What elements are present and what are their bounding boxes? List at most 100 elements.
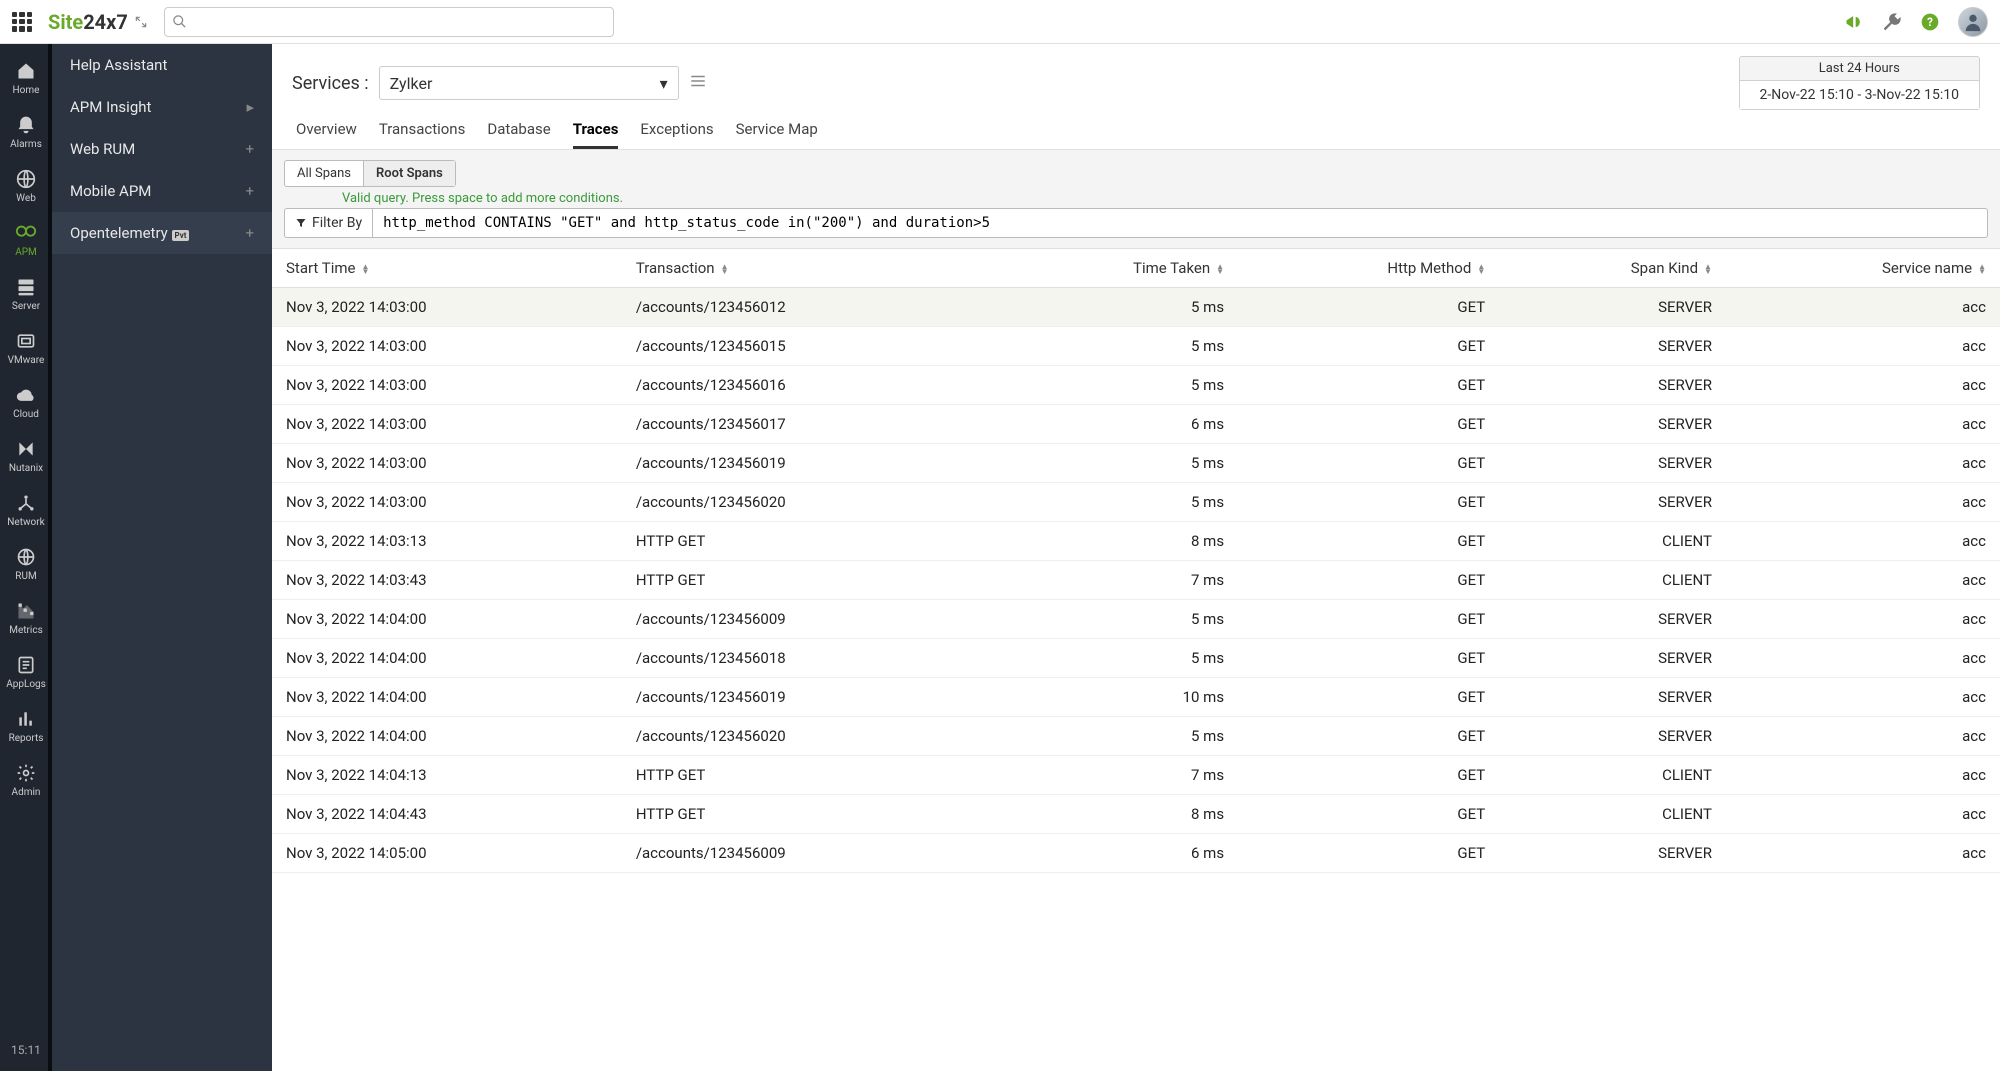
cell-start: Nov 3, 2022 14:03:00 <box>272 405 622 444</box>
col-svc[interactable]: Service name▲▼ <box>1726 249 2000 288</box>
user-avatar[interactable] <box>1958 7 1988 37</box>
nav-network[interactable]: Network <box>0 486 52 534</box>
table-row[interactable]: Nov 3, 2022 14:05:00/accounts/1234560096… <box>272 834 2000 873</box>
nav-label: AppLogs <box>6 679 46 690</box>
cell-kind: SERVER <box>1499 327 1726 366</box>
brand-logo[interactable]: Site24x7 <box>48 10 148 34</box>
table-row[interactable]: Nov 3, 2022 14:03:43HTTP GET7 msGETCLIEN… <box>272 561 2000 600</box>
subnav-help-assistant[interactable]: Help Assistant <box>52 44 272 86</box>
filter-hint: Valid query. Press space to add more con… <box>342 191 1988 206</box>
nav-alarms[interactable]: Alarms <box>0 108 52 156</box>
subnav-opentelemetry[interactable]: Opentelemetry Pvt+ <box>52 212 272 254</box>
table-row[interactable]: Nov 3, 2022 14:04:43HTTP GET8 msGETCLIEN… <box>272 795 2000 834</box>
cell-start: Nov 3, 2022 14:04:00 <box>272 678 622 717</box>
nav-label: Admin <box>12 787 41 798</box>
col-time[interactable]: Time Taken▲▼ <box>991 249 1238 288</box>
table-row[interactable]: Nov 3, 2022 14:03:00/accounts/1234560176… <box>272 405 2000 444</box>
cell-txn: HTTP GET <box>622 756 991 795</box>
expand-icon[interactable] <box>134 10 148 34</box>
time-range-picker[interactable]: Last 24 Hours 2-Nov-22 15:10 - 3-Nov-22 … <box>1739 56 1980 110</box>
all-spans-btn[interactable]: All Spans <box>285 161 364 186</box>
table-row[interactable]: Nov 3, 2022 14:03:00/accounts/1234560125… <box>272 288 2000 327</box>
table-row[interactable]: Nov 3, 2022 14:04:13HTTP GET7 msGETCLIEN… <box>272 756 2000 795</box>
subnav-apm-insight[interactable]: APM Insight▸ <box>52 86 272 128</box>
cell-method: GET <box>1238 795 1499 834</box>
table-row[interactable]: Nov 3, 2022 14:03:13HTTP GET8 msGETCLIEN… <box>272 522 2000 561</box>
cell-time: 5 ms <box>991 366 1238 405</box>
cell-time: 5 ms <box>991 639 1238 678</box>
table-row[interactable]: Nov 3, 2022 14:04:00/accounts/1234560191… <box>272 678 2000 717</box>
cell-start: Nov 3, 2022 14:03:00 <box>272 483 622 522</box>
filter-query-input[interactable] <box>372 208 1988 238</box>
tab-traces[interactable]: Traces <box>573 120 619 149</box>
cell-time: 5 ms <box>991 600 1238 639</box>
sort-icon: ▲▼ <box>721 264 729 274</box>
nav-admin[interactable]: Admin <box>0 756 52 804</box>
table-row[interactable]: Nov 3, 2022 14:03:00/accounts/1234560195… <box>272 444 2000 483</box>
tab-service-map[interactable]: Service Map <box>736 120 818 149</box>
cell-method: GET <box>1238 678 1499 717</box>
subnav-label: APM Insight <box>70 98 151 116</box>
cell-time: 6 ms <box>991 834 1238 873</box>
root-spans-btn[interactable]: Root Spans <box>364 161 455 186</box>
traces-table-wrap[interactable]: Start Time▲▼Transaction▲▼Time Taken▲▼Htt… <box>272 249 2000 1071</box>
sort-icon: ▲▼ <box>1978 264 1986 274</box>
cell-svc: acc <box>1726 522 2000 561</box>
sort-icon: ▲▼ <box>361 264 369 274</box>
nav-vmware[interactable]: VMware <box>0 324 52 372</box>
nav-server[interactable]: Server <box>0 270 52 318</box>
plus-icon[interactable]: + <box>245 140 254 158</box>
plus-icon[interactable]: + <box>245 182 254 200</box>
cell-method: GET <box>1238 639 1499 678</box>
plus-icon[interactable]: + <box>245 224 254 242</box>
nav-apm[interactable]: APM <box>0 216 52 264</box>
col-start[interactable]: Start Time▲▼ <box>272 249 622 288</box>
cell-method: GET <box>1238 561 1499 600</box>
table-row[interactable]: Nov 3, 2022 14:03:00/accounts/1234560155… <box>272 327 2000 366</box>
tab-database[interactable]: Database <box>487 120 550 149</box>
search-input[interactable] <box>164 7 614 37</box>
list-view-icon[interactable] <box>689 72 707 94</box>
table-row[interactable]: Nov 3, 2022 14:04:00/accounts/1234560205… <box>272 717 2000 756</box>
svg-text:?: ? <box>1927 15 1933 29</box>
cell-txn: /accounts/123456016 <box>622 366 991 405</box>
tab-overview[interactable]: Overview <box>296 120 357 149</box>
nav-cloud[interactable]: Cloud <box>0 378 52 426</box>
table-row[interactable]: Nov 3, 2022 14:04:00/accounts/1234560185… <box>272 639 2000 678</box>
nav-rum[interactable]: RUM <box>0 540 52 588</box>
filter-label: Filter By <box>284 208 372 238</box>
help-icon[interactable]: ? <box>1920 12 1940 32</box>
nav-nutanix[interactable]: Nutanix <box>0 432 52 480</box>
nav-metrics[interactable]: Metrics <box>0 594 52 642</box>
table-row[interactable]: Nov 3, 2022 14:03:00/accounts/1234560165… <box>272 366 2000 405</box>
cell-svc: acc <box>1726 561 2000 600</box>
cell-svc: acc <box>1726 717 2000 756</box>
col-method[interactable]: Http Method▲▼ <box>1238 249 1499 288</box>
subnav-web-rum[interactable]: Web RUM+ <box>52 128 272 170</box>
announce-icon[interactable] <box>1844 12 1864 32</box>
subnav-mobile-apm[interactable]: Mobile APM+ <box>52 170 272 212</box>
cell-txn: /accounts/123456017 <box>622 405 991 444</box>
cell-kind: SERVER <box>1499 483 1726 522</box>
table-row[interactable]: Nov 3, 2022 14:03:00/accounts/1234560205… <box>272 483 2000 522</box>
table-row[interactable]: Nov 3, 2022 14:04:00/accounts/1234560095… <box>272 600 2000 639</box>
col-kind[interactable]: Span Kind▲▼ <box>1499 249 1726 288</box>
nav-label: Nutanix <box>9 463 43 474</box>
cell-method: GET <box>1238 600 1499 639</box>
nav-label: VMware <box>8 355 45 366</box>
sort-icon: ▲▼ <box>1216 264 1224 274</box>
nav-home[interactable]: Home <box>0 54 52 102</box>
sub-nav: Help AssistantAPM Insight▸Web RUM+Mobile… <box>52 44 272 1071</box>
nav-applogs[interactable]: AppLogs <box>0 648 52 696</box>
service-select[interactable]: Zylker ▾ <box>379 66 679 100</box>
apps-grid-icon[interactable] <box>12 12 32 32</box>
cell-kind: CLIENT <box>1499 561 1726 600</box>
col-txn[interactable]: Transaction▲▼ <box>622 249 991 288</box>
tab-exceptions[interactable]: Exceptions <box>640 120 713 149</box>
cell-time: 6 ms <box>991 405 1238 444</box>
nav-scrollbar[interactable] <box>48 44 52 1071</box>
wrench-icon[interactable] <box>1882 12 1902 32</box>
nav-reports[interactable]: Reports <box>0 702 52 750</box>
nav-web[interactable]: Web <box>0 162 52 210</box>
tab-transactions[interactable]: Transactions <box>379 120 466 149</box>
